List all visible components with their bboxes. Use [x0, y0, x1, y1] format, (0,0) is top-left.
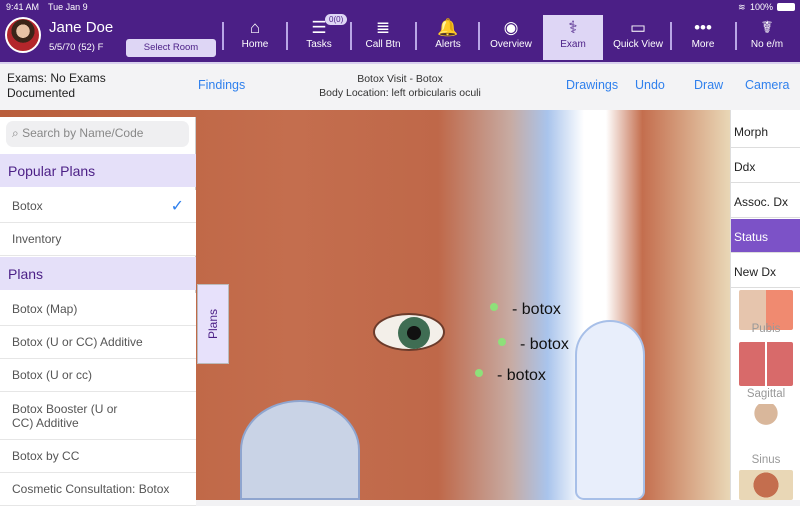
new-dx-button[interactable]: New Dx	[731, 254, 800, 288]
plan-label: Cosmetic Consultation: Botox	[12, 482, 170, 496]
visit-title: Botox Visit - Botox	[357, 73, 443, 85]
plan-item[interactable]: Cosmetic Consultation: Botox	[0, 473, 196, 506]
bell-icon: 🔔	[437, 18, 459, 37]
plans-tab-label: Plans	[206, 308, 220, 340]
divider	[415, 22, 417, 50]
thumbnail-label: Pubis	[751, 323, 781, 335]
marker-label: - botox	[520, 336, 569, 353]
status-button[interactable]: Status	[731, 219, 800, 253]
nav-label: Home	[241, 39, 269, 50]
home-icon: ⌂	[249, 18, 261, 37]
assoc-dx-button[interactable]: Assoc. Dx	[731, 184, 800, 218]
status-time: 9:41 AM	[6, 2, 40, 12]
dx-panel: Morph Ddx Assoc. Dx Status New Dx Pubis …	[730, 110, 800, 500]
patient-avatar[interactable]	[5, 17, 41, 53]
camera-button[interactable]: Camera	[745, 78, 789, 92]
plans-panel: ⌕ Search by Name/Code Popular Plans Boto…	[0, 117, 196, 506]
undo-button[interactable]: Undo	[635, 78, 665, 92]
nose-illustration	[240, 400, 360, 500]
divider	[222, 22, 224, 50]
nav-overview[interactable]: ◉ Overview	[481, 15, 541, 60]
status-date: Tue Jan 9	[48, 2, 88, 12]
plan-label: Inventory	[12, 232, 62, 246]
eye-illustration	[373, 313, 445, 351]
search-icon: ⌕	[12, 126, 23, 140]
wifi-icon: ≋	[738, 2, 746, 12]
draw-button[interactable]: Draw	[694, 78, 723, 92]
nav-alerts[interactable]: 🔔 Alerts	[418, 15, 478, 60]
nav-home[interactable]: ⌂ Home	[225, 15, 285, 60]
head-thumbnail[interactable]	[739, 470, 793, 500]
call-list-icon: ≣	[375, 18, 391, 37]
plan-item[interactable]: Botox (U or CC) Additive	[0, 326, 196, 359]
sinus-thumbnail[interactable]	[739, 404, 793, 450]
caduceus-icon: ☤	[761, 18, 773, 37]
plan-label: Botox Booster (U or CC) Additive	[12, 401, 118, 430]
plan-item[interactable]: Botox Booster (U or CC) Additive	[0, 392, 196, 440]
person-icon: ◉	[503, 18, 519, 37]
divider	[670, 22, 672, 50]
plan-item[interactable]: Inventory	[0, 223, 196, 256]
plans-tab[interactable]: Plans	[197, 284, 229, 364]
ear-illustration	[575, 320, 645, 500]
nav-label: Quick View	[613, 39, 663, 50]
exam-toolbar: Exams: No Exams Documented Findings Boto…	[0, 62, 800, 110]
drawings-button[interactable]: Drawings	[566, 78, 618, 92]
divider	[286, 22, 288, 50]
stethoscope-icon: ⚕	[568, 18, 578, 37]
plan-label: Botox (Map)	[12, 302, 78, 316]
nav-call-btn[interactable]: ≣ Call Btn	[353, 15, 413, 60]
morph-button[interactable]: Morph	[731, 114, 800, 148]
cards-icon: ▭	[629, 18, 647, 37]
injection-marker[interactable]	[498, 338, 506, 346]
top-nav-bar: 9:41 AM Tue Jan 9 ≋ 100% Jane Doe 5/5/70…	[0, 0, 800, 62]
nav-label: More	[691, 39, 715, 50]
tasks-badge: 0(0)	[325, 14, 348, 25]
divider	[350, 22, 352, 50]
patient-dob: 5/5/70 (52) F	[49, 42, 104, 53]
plan-item[interactable]: Botox ✓	[0, 190, 196, 223]
checkmark-icon: ✓	[170, 198, 184, 215]
ddx-button[interactable]: Ddx	[731, 149, 800, 183]
battery-icon	[777, 3, 795, 11]
popular-plans-header: Popular Plans	[0, 154, 196, 187]
thumbnail-label: Sagittal	[746, 388, 786, 400]
body-location: Body Location: left orbicularis oculi	[319, 87, 481, 99]
plans-header: Plans	[0, 257, 196, 290]
visit-info: Botox Visit - Botox Body Location: left …	[300, 72, 500, 100]
select-room-button[interactable]: Select Room	[126, 39, 216, 57]
battery-level: 100%	[750, 2, 774, 12]
more-dots-icon: •••	[694, 18, 712, 37]
plan-search-input[interactable]: ⌕ Search by Name/Code	[6, 121, 189, 147]
marker-label: - botox	[512, 301, 561, 318]
plan-label: Botox (U or cc)	[12, 368, 93, 382]
findings-button[interactable]: Findings	[198, 78, 245, 92]
marker-label: - botox	[497, 367, 546, 384]
nav-label: Exam	[560, 39, 586, 50]
nav-quick-view[interactable]: ▭ Quick View	[608, 15, 668, 60]
plan-item[interactable]: Botox (U or cc)	[0, 359, 196, 392]
plan-item[interactable]: Botox (Map)	[0, 293, 196, 326]
divider	[478, 22, 480, 50]
nav-no-em[interactable]: ☤ No e/m	[737, 15, 797, 60]
nav-label: Tasks	[306, 39, 332, 50]
nav-more[interactable]: ••• More	[673, 15, 733, 60]
plan-label: Botox	[12, 199, 43, 213]
nav-label: Overview	[490, 39, 532, 50]
plan-label: Botox (U or CC) Additive	[12, 335, 143, 349]
sagittal-thumbnail[interactable]	[739, 342, 793, 386]
plan-item[interactable]: Botox by CC	[0, 440, 196, 473]
thumbnail-label: Sinus	[751, 454, 781, 466]
patient-name[interactable]: Jane Doe	[49, 19, 113, 36]
nav-label: Alerts	[435, 39, 461, 50]
exams-summary: Exams: No Exams Documented	[7, 71, 106, 100]
search-placeholder: Search by Name/Code	[22, 126, 144, 140]
nav-exam[interactable]: ⚕ Exam	[543, 15, 603, 60]
plan-label: Botox by CC	[12, 449, 80, 463]
injection-marker[interactable]	[490, 303, 498, 311]
injection-marker[interactable]	[475, 369, 483, 377]
nav-label: Call Btn	[365, 39, 401, 50]
nav-label: No e/m	[750, 39, 784, 50]
